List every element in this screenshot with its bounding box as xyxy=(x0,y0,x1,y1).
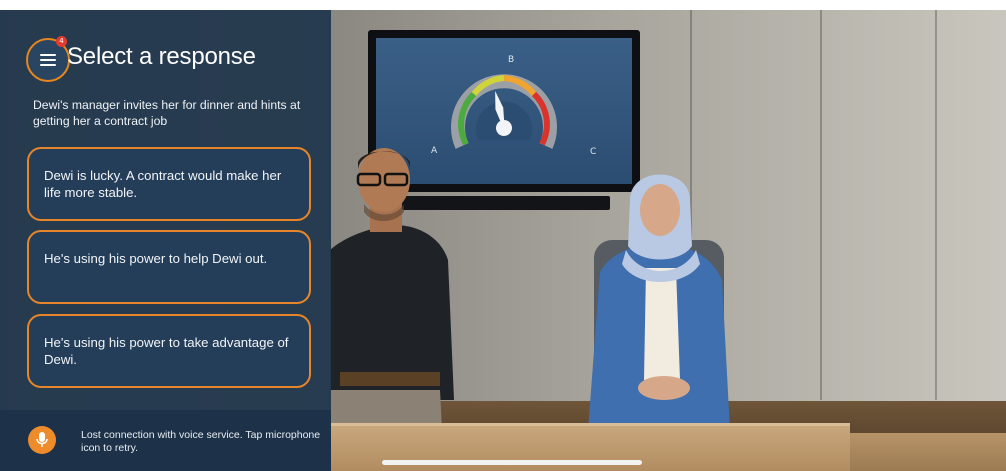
hamburger-icon xyxy=(40,54,56,66)
panel-title: Select a response xyxy=(67,43,256,70)
home-indicator[interactable] xyxy=(382,460,642,465)
scenario-prompt: Dewi's manager invites her for dinner an… xyxy=(33,98,301,128)
notification-badge: 4 xyxy=(56,36,67,47)
response-option-2[interactable]: He's using his power to help Dewi out. xyxy=(27,230,311,304)
microphone-button[interactable] xyxy=(28,426,56,454)
response-panel: 4 Select a response Dewi's manager invit… xyxy=(0,10,331,471)
response-option-3[interactable]: He's using his power to take advantage o… xyxy=(27,314,311,388)
response-option-1[interactable]: Dewi is lucky. A contract would make her… xyxy=(27,147,311,221)
wall-panel xyxy=(820,10,822,400)
wall-panel xyxy=(935,10,937,400)
microphone-icon xyxy=(36,432,48,447)
voice-status-message: Lost connection with voice service. Tap … xyxy=(81,429,321,454)
character-woman xyxy=(588,174,730,430)
voice-status-bar: Lost connection with voice service. Tap … xyxy=(0,410,331,471)
gauge-label-c: C xyxy=(590,147,597,157)
table-edge xyxy=(850,433,1006,471)
gauge-label-b: B xyxy=(508,55,515,65)
character-man xyxy=(330,148,454,430)
